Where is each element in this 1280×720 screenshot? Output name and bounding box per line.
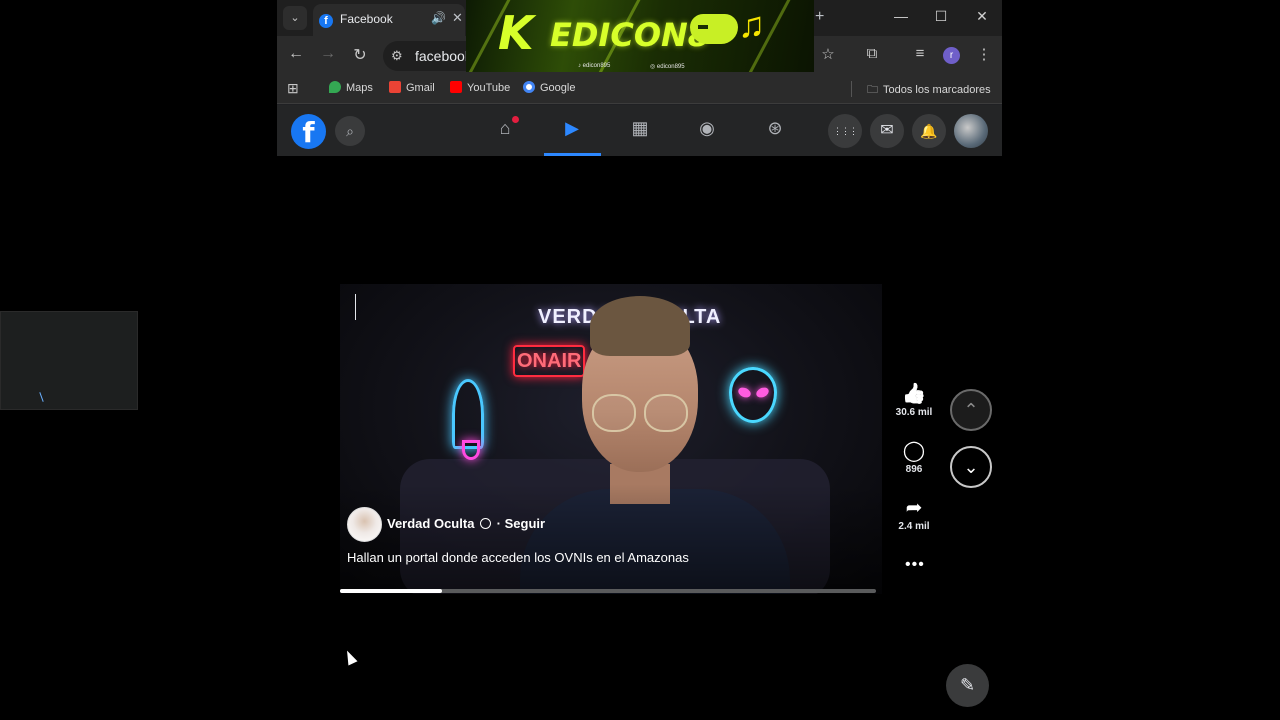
- video-gradient: [340, 484, 882, 594]
- banner-name: EDICON8: [550, 16, 711, 54]
- comment-icon: ◯: [902, 440, 926, 462]
- bookmark-maps[interactable]: Maps: [329, 81, 373, 94]
- window-close-button[interactable]: ✕: [972, 8, 992, 25]
- video-icon[interactable]: ▶: [557, 118, 587, 139]
- maps-icon: [329, 81, 341, 93]
- google-icon: [523, 81, 535, 93]
- bookmark-google[interactable]: Google: [523, 81, 575, 94]
- extensions-icon[interactable]: ⧉: [861, 45, 883, 62]
- chevron-down-icon: ⌄: [963, 457, 979, 477]
- comment-button[interactable]: ◯ 896: [889, 440, 939, 475]
- facebook-search-icon[interactable]: ⌕: [335, 116, 365, 146]
- new-tab-button[interactable]: +: [815, 8, 824, 26]
- share-count: 2.4 mil: [898, 521, 930, 532]
- bookmark-label: Google: [540, 82, 576, 94]
- text-caret: [355, 294, 356, 320]
- more-options-button[interactable]: •••: [905, 556, 925, 574]
- comment-count: 896: [905, 464, 923, 475]
- neon-alien: [729, 367, 777, 423]
- forward-button[interactable]: →: [317, 45, 339, 63]
- gmail-icon: [389, 81, 401, 93]
- home-badge: [512, 116, 519, 123]
- account-avatar[interactable]: [954, 114, 988, 148]
- notifications-icon[interactable]: 🔔: [912, 114, 946, 148]
- tiktok-handle: ♪ edicon895: [578, 63, 611, 69]
- bookmarks-bar: ⊞ Maps Gmail YouTube Google 🗀 Todos los m…: [277, 74, 1002, 104]
- like-count: 30.6 mil: [895, 407, 933, 418]
- bookmark-label: Gmail: [406, 82, 435, 94]
- facebook-header: f ⌕ ⌂ ▶ ▦ ◉ ⊛ ⋮⋮⋮ ✉ 🔔: [277, 105, 1002, 156]
- glasses-left: [592, 394, 636, 432]
- webcam-thumbnail: [0, 311, 138, 410]
- media-controls-icon[interactable]: ≡: [909, 45, 931, 62]
- mouse-cursor-icon: [342, 648, 358, 666]
- next-video-button[interactable]: ⌄: [950, 446, 992, 488]
- groups-icon[interactable]: ◉: [692, 118, 722, 139]
- gamepad-icon: [690, 14, 738, 44]
- bookmarks-separator: [851, 81, 852, 97]
- glasses-right: [644, 394, 688, 432]
- public-globe-icon: [480, 518, 492, 529]
- share-button[interactable]: ➦ 2.4 mil: [889, 497, 939, 532]
- video-player[interactable]: VERDAD OCULTA ONAIR Verdad Oculta · Segu…: [340, 284, 882, 594]
- menu-grid-icon[interactable]: ⋮⋮⋮: [828, 114, 862, 148]
- author-meta: Verdad Oculta · Seguir: [387, 516, 545, 531]
- site-info-icon[interactable]: ⚙: [391, 48, 403, 64]
- tab-search-button[interactable]: ⌄: [283, 6, 307, 30]
- like-button[interactable]: 👍 30.6 mil: [889, 383, 939, 418]
- instagram-handle: ◎ edicon895: [650, 64, 685, 70]
- all-bookmarks-folder[interactable]: 🗀 Todos los marcadores: [867, 81, 991, 100]
- author-avatar[interactable]: [347, 507, 382, 542]
- minimize-button[interactable]: —: [891, 8, 911, 24]
- streamer-banner: K EDICON8 ♫ ♪ edicon895 ◎ edicon895: [466, 0, 814, 72]
- url-text[interactable]: facebook: [415, 48, 472, 64]
- share-icon: ➦: [905, 497, 923, 519]
- audio-playing-icon[interactable]: 🔊: [431, 11, 446, 25]
- youtube-icon: [450, 81, 462, 93]
- all-bookmarks-label: Todos los marcadores: [883, 84, 991, 96]
- follow-button[interactable]: Seguir: [505, 516, 545, 531]
- folder-icon: 🗀: [867, 84, 878, 96]
- compose-message-button[interactable]: ✎: [946, 664, 989, 707]
- bookmark-gmail[interactable]: Gmail: [389, 81, 435, 94]
- bookmark-label: YouTube: [467, 82, 511, 94]
- apps-grid-icon[interactable]: ⊞: [287, 80, 299, 97]
- author-name[interactable]: Verdad Oculta: [387, 516, 474, 531]
- profile-avatar[interactable]: r: [943, 47, 960, 64]
- bookmark-label: Maps: [346, 82, 373, 94]
- thumbs-up-icon: 👍: [901, 383, 927, 405]
- video-progress-bar[interactable]: [340, 589, 876, 593]
- bookmark-youtube[interactable]: YouTube: [450, 81, 510, 94]
- gaming-icon[interactable]: ⊛: [760, 118, 790, 139]
- tab-facebook[interactable]: f Facebook 🔊 ✕: [313, 4, 465, 36]
- neon-rocket: [452, 379, 484, 460]
- address-bar[interactable]: ⚙ facebook: [383, 41, 473, 71]
- facebook-logo[interactable]: f: [291, 114, 326, 149]
- compose-icon: ✎: [959, 675, 976, 695]
- banner-logo-letter: K: [498, 6, 534, 60]
- facebook-favicon-icon: f: [319, 14, 333, 28]
- browser-menu-icon[interactable]: ⋮: [973, 45, 995, 63]
- chevron-up-icon: ⌃: [963, 400, 979, 420]
- thumbnail-mark: [39, 392, 44, 402]
- tab-title: Facebook: [340, 12, 393, 26]
- previous-video-button[interactable]: ⌃: [950, 389, 992, 431]
- presenter-hair: [590, 296, 690, 356]
- active-tab-indicator: [544, 153, 601, 156]
- bookmark-star-icon[interactable]: ☆: [817, 45, 839, 63]
- meta-separator: ·: [496, 516, 502, 531]
- marketplace-icon[interactable]: ▦: [625, 118, 655, 139]
- messenger-icon[interactable]: ✉: [870, 114, 904, 148]
- maximize-button[interactable]: ☐: [931, 8, 951, 25]
- back-button[interactable]: ←: [285, 45, 307, 63]
- reload-button[interactable]: ↻: [349, 45, 371, 65]
- music-note-icon: ♫: [738, 4, 765, 45]
- video-progress-fill: [340, 589, 442, 593]
- tab-close-icon[interactable]: ✕: [452, 10, 463, 26]
- video-caption: Hallan un portal donde acceden los OVNIs…: [347, 550, 689, 565]
